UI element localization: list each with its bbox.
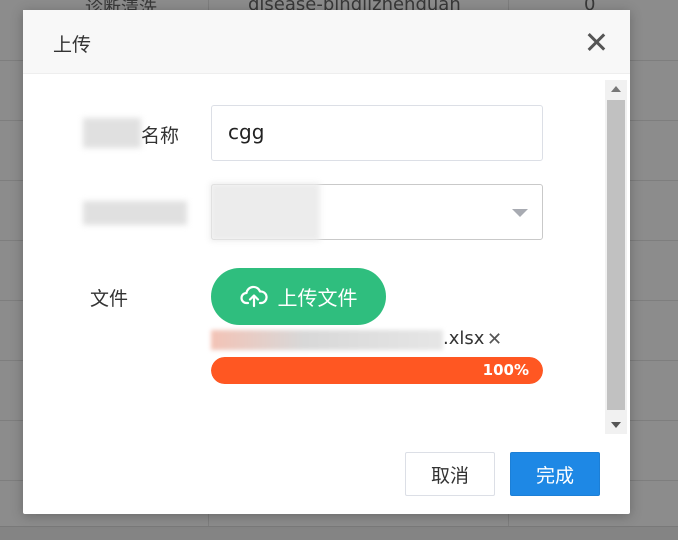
cancel-button[interactable]: 取消 <box>405 452 495 496</box>
redacted-label <box>83 118 141 148</box>
upload-progress-bar: 100% <box>211 357 543 384</box>
scroll-up-icon[interactable] <box>611 86 621 92</box>
redacted-filename <box>211 330 443 350</box>
upload-file-button[interactable]: 上传文件 <box>211 268 386 325</box>
file-extension: .xlsx <box>443 328 485 349</box>
scroll-down-icon[interactable] <box>611 422 621 428</box>
dialog-header: 上传 <box>23 10 630 74</box>
name-input[interactable]: cgg <box>211 105 543 161</box>
dialog-title: 上传 <box>53 34 92 56</box>
close-icon[interactable] <box>584 30 608 54</box>
upload-button-label: 上传文件 <box>277 286 358 310</box>
uploaded-file-item[interactable]: .xlsx ✕ <box>211 328 511 354</box>
cloud-upload-icon <box>239 285 268 307</box>
chevron-down-icon[interactable] <box>512 209 528 217</box>
redacted-label <box>83 201 187 225</box>
category-select[interactable] <box>210 183 543 241</box>
upload-dialog: 上传 名称 cgg 文件 上传文件 .xlsx ✕ 100% 取消 完成 <box>23 10 630 514</box>
done-button[interactable]: 完成 <box>510 452 600 496</box>
file-label: 文件 <box>90 288 129 310</box>
scrollbar[interactable] <box>605 80 627 434</box>
progress-label: 100% <box>482 361 529 379</box>
redacted-value <box>210 183 320 241</box>
scroll-thumb[interactable] <box>607 100 625 410</box>
name-label: 名称 <box>141 125 180 147</box>
close-icon[interactable]: ✕ <box>487 329 502 350</box>
